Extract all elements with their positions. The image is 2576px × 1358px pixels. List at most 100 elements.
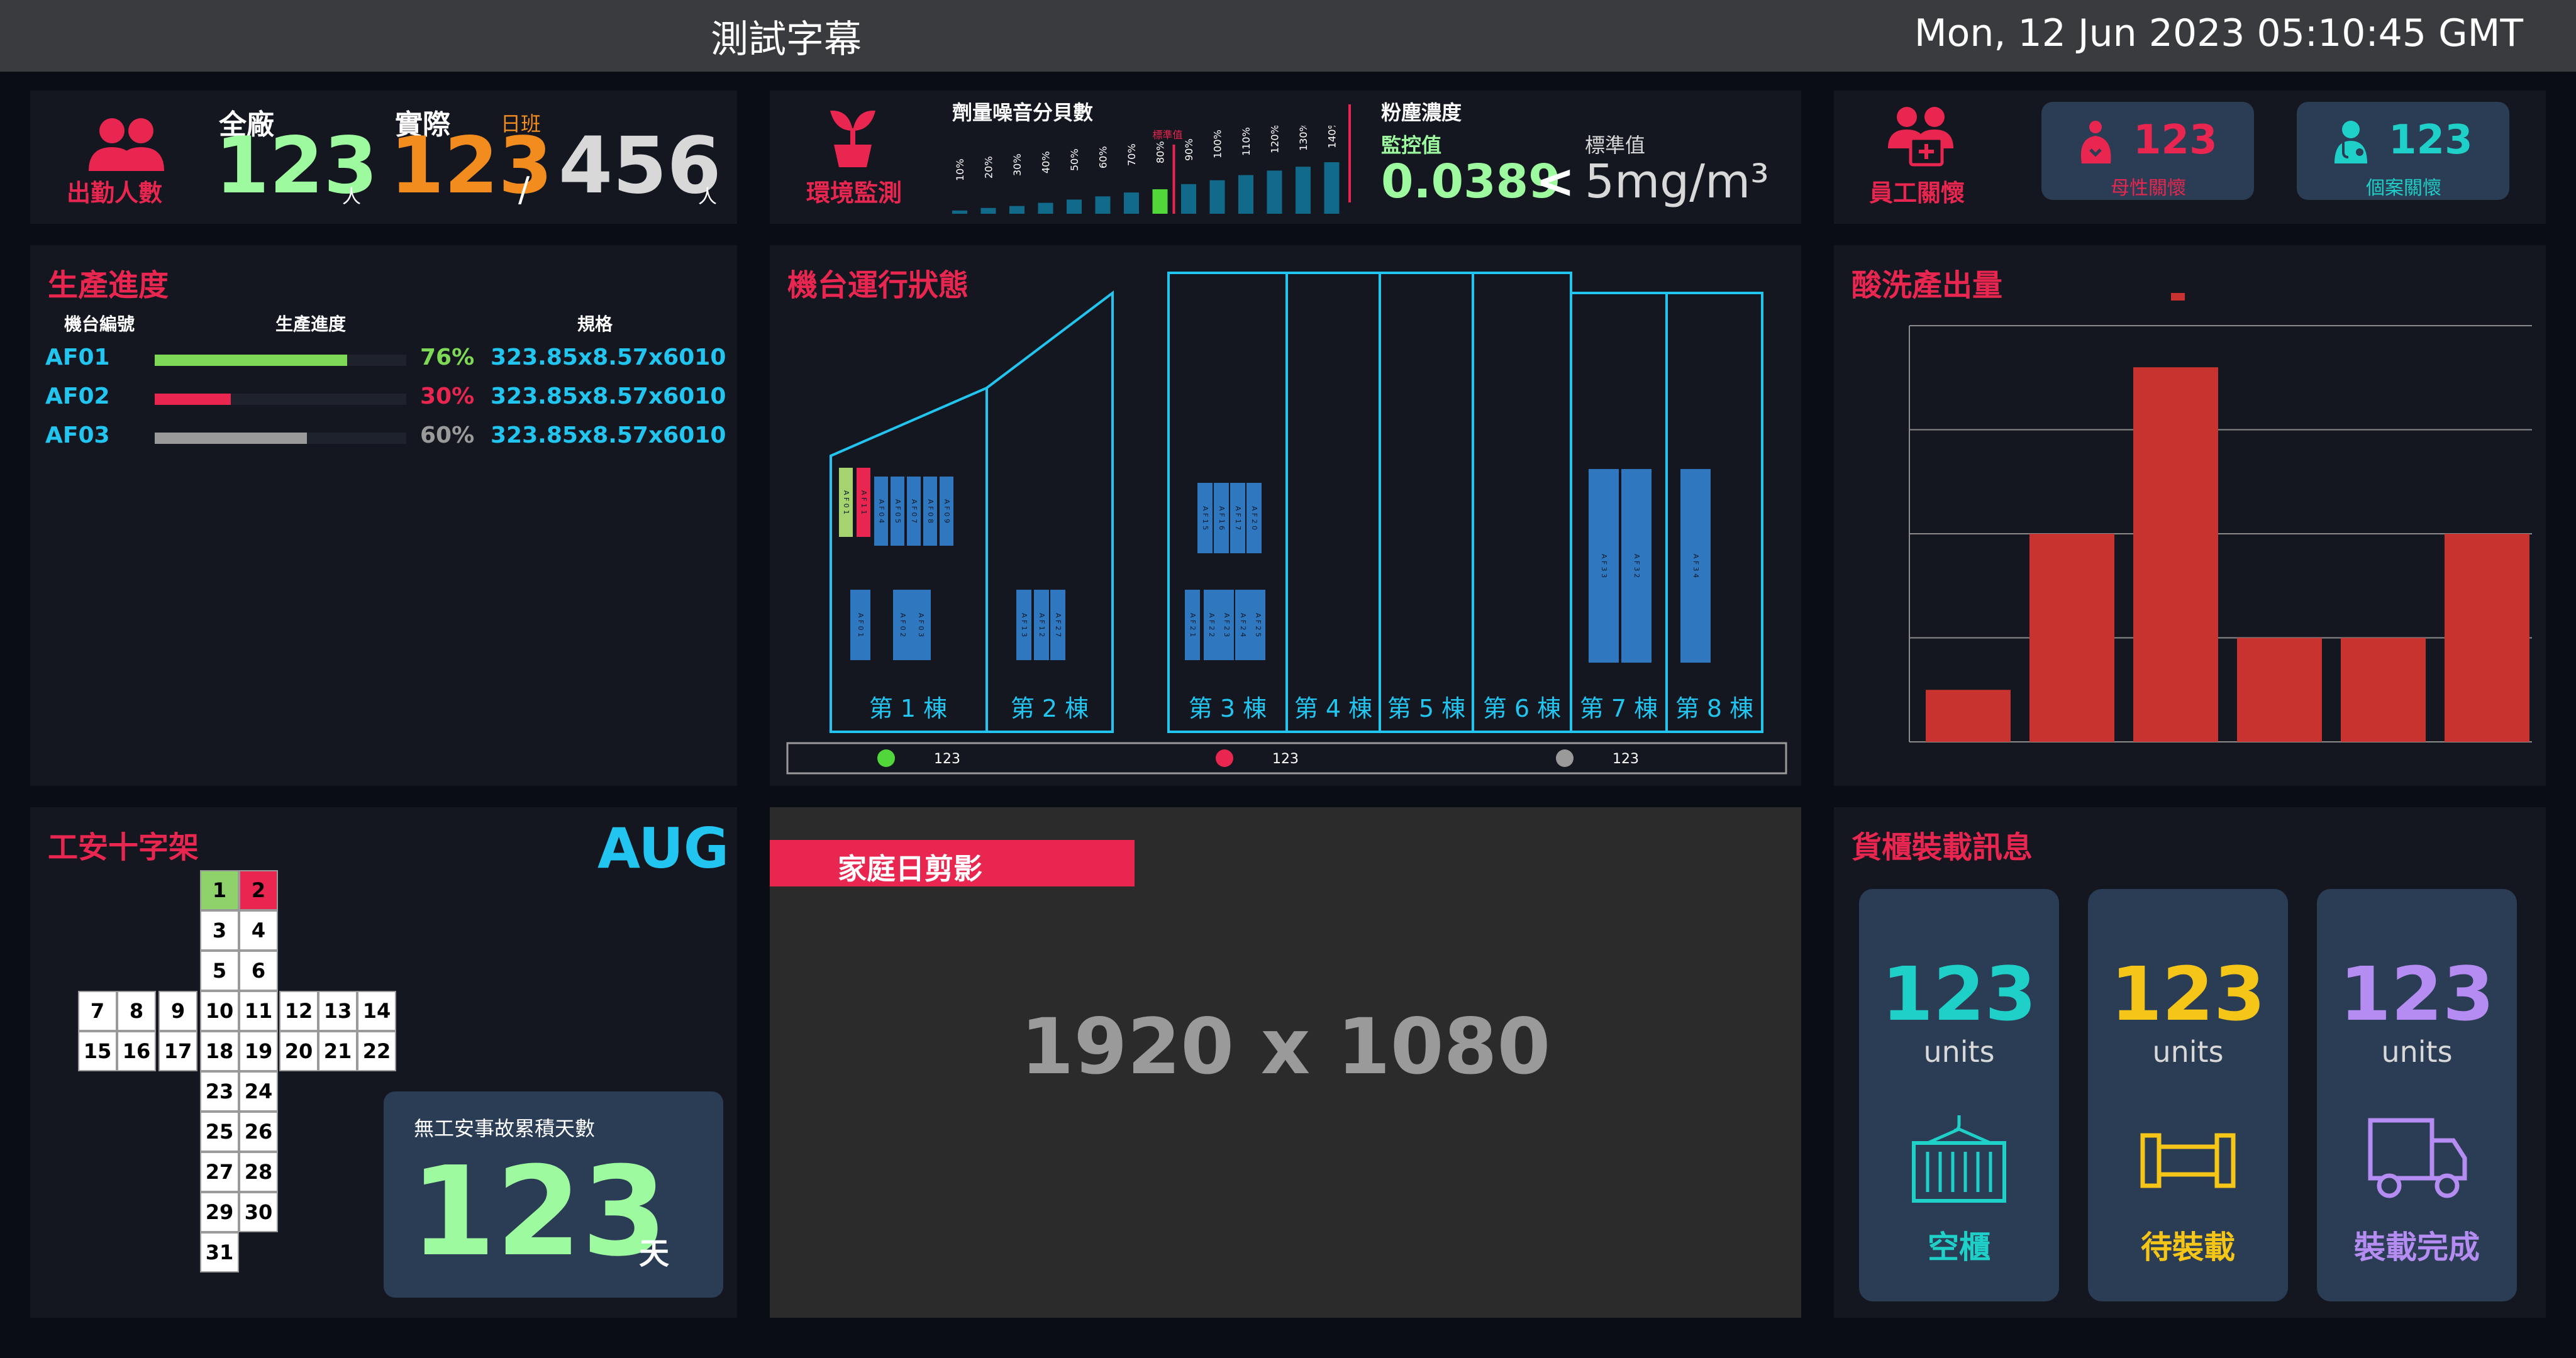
progress-fill: [155, 394, 231, 405]
calendar-day[interactable]: 15: [78, 1031, 117, 1071]
building-outline[interactable]: [985, 290, 1114, 733]
calendar-day[interactable]: 27: [200, 1152, 239, 1192]
building-outline[interactable]: [1379, 272, 1474, 733]
machine-label: A F 0 1: [857, 613, 865, 637]
machine-label: A F 2 5: [1254, 613, 1262, 637]
noise-bar: [1152, 189, 1168, 214]
legend-dot: [1216, 749, 1233, 767]
calendar-day[interactable]: 10: [200, 991, 239, 1031]
calendar-day[interactable]: 23: [200, 1071, 239, 1112]
family-day-title-bar: 家庭日剪影: [770, 840, 1135, 886]
calendar-day[interactable]: 12: [279, 991, 318, 1031]
machine-label: A F 1 7: [1234, 506, 1242, 530]
calendar-day[interactable]: 26: [239, 1112, 278, 1152]
container-card[interactable]: 123 units 裝載完成: [2317, 889, 2517, 1301]
progress-fill: [155, 355, 347, 366]
col-header-id: 機台編號: [64, 314, 135, 334]
container-card-label: 空櫃: [1928, 1229, 1990, 1266]
noise-bar: [1067, 199, 1082, 214]
noise-tick-label: 120%: [1269, 126, 1281, 153]
pipe-icon: [2140, 1133, 2236, 1188]
machine-label: A F 2 4: [1239, 613, 1247, 637]
building-outline[interactable]: [830, 385, 988, 733]
building-label: 第 5 棟: [1387, 695, 1465, 722]
machine-label: A F 1 3: [1020, 613, 1028, 637]
building-outline[interactable]: [1285, 272, 1381, 733]
safety-panel: 工安十字架 AUG 1 2 3 4 5 6 7 8 9 10 11 12 13 14 15 16 17 18 19 2…: [30, 807, 737, 1318]
calendar-day[interactable]: 5: [200, 951, 239, 991]
machine-label: A F 0 1: [842, 490, 850, 514]
noise-bar: [1267, 170, 1282, 214]
calendar-day[interactable]: 30: [239, 1192, 278, 1232]
calendar-day[interactable]: 21: [318, 1031, 357, 1071]
calendar-day[interactable]: 4: [239, 910, 278, 951]
legend-count: 123: [934, 751, 960, 767]
noise-bar: [1038, 202, 1053, 214]
calendar-day[interactable]: 25: [200, 1112, 239, 1152]
machine-label: A F 0 3: [917, 613, 925, 637]
calendar-day[interactable]: 17: [158, 1031, 197, 1071]
care-icon: [1888, 107, 1953, 167]
calendar-day[interactable]: 13: [318, 991, 357, 1031]
chart-bar: [1926, 690, 2011, 742]
calendar-day[interactable]: 14: [357, 991, 396, 1031]
machine-label: A F 3 3: [1600, 554, 1608, 578]
container-card[interactable]: 123 units 空櫃: [1859, 889, 2059, 1301]
environment-panel: 環境監測 劑量噪音分貝數 10% 20% 30% 40% 50% 60% 70% 80% 90%…: [770, 91, 1801, 224]
progress-fill: [155, 433, 307, 444]
calendar-day[interactable]: 29: [200, 1192, 239, 1232]
building-label: 第 2 棟: [1011, 695, 1089, 722]
calendar-day[interactable]: 16: [117, 1031, 156, 1071]
calendar-day[interactable]: 19: [239, 1031, 278, 1071]
noise-title: 劑量噪音分貝數: [952, 101, 1094, 124]
maternal-value: 123: [2133, 117, 2218, 163]
container-card[interactable]: 123 units 待裝載: [2088, 889, 2288, 1301]
divider: [1348, 104, 1351, 202]
calendar-day[interactable]: 6: [239, 951, 278, 991]
noise-bar: [1124, 192, 1139, 214]
chart-bar: [2237, 638, 2322, 742]
noise-tick-label: 100%: [1212, 130, 1224, 158]
noise-tick-label: 70%: [1126, 143, 1138, 166]
calendar-day[interactable]: 1: [200, 870, 239, 910]
calendar-day[interactable]: 7: [78, 991, 117, 1031]
machine-label: A F 1 2: [1038, 613, 1046, 637]
safety-title: 工安十字架: [48, 830, 199, 865]
accident-free-card: 無工安事故累積天數 123 天: [384, 1091, 723, 1298]
plant-icon: [830, 110, 875, 167]
machine-label: A F 1 5: [1201, 506, 1209, 530]
noise-tick-label: 80%: [1155, 141, 1167, 163]
pickling-bar-chart: [1909, 293, 2532, 742]
production-row-spec: 323.85x8.57x6010: [491, 345, 726, 370]
machine-label: A F 2 7: [1054, 613, 1062, 637]
noise-tick-label: 140%: [1326, 126, 1338, 148]
noise-bar: [980, 207, 996, 214]
truck-icon: [2368, 1118, 2467, 1198]
pickling-panel: 酸洗產出量: [1834, 245, 2546, 786]
container-card-value: 123: [2339, 951, 2495, 1037]
calendar-day[interactable]: 22: [357, 1031, 396, 1071]
noise-bar: [952, 210, 967, 214]
dust-title: 粉塵濃度: [1381, 101, 1462, 124]
ticker-text: 測試字幕: [711, 18, 862, 62]
machine-label: A F 3 2: [1633, 554, 1641, 578]
noise-tick-label: 40%: [1040, 151, 1052, 174]
building-outline[interactable]: [1472, 272, 1572, 733]
calendar-day[interactable]: 24: [239, 1071, 278, 1112]
col-header-progress: 生產進度: [275, 314, 347, 334]
calendar-day[interactable]: 31: [200, 1232, 239, 1272]
noise-tick-label: 50%: [1069, 148, 1080, 171]
calendar-day[interactable]: 28: [239, 1152, 278, 1192]
calendar-day[interactable]: 8: [117, 991, 156, 1031]
calendar-day[interactable]: 20: [279, 1031, 318, 1071]
building-label: 第 1 棟: [869, 695, 947, 722]
calendar-day[interactable]: 3: [200, 910, 239, 951]
planned-value: 456: [558, 121, 721, 211]
calendar-day[interactable]: 2: [239, 870, 278, 910]
calendar-day[interactable]: 9: [158, 991, 197, 1031]
calendar-day[interactable]: 11: [239, 991, 278, 1031]
calendar-day[interactable]: 18: [200, 1031, 239, 1071]
maternal-care-card[interactable]: 123 母性關懷: [2041, 102, 2254, 200]
case-care-card[interactable]: 123 個案關懷: [2297, 102, 2509, 200]
dust-monitor-value: 0.0389: [1381, 155, 1561, 209]
